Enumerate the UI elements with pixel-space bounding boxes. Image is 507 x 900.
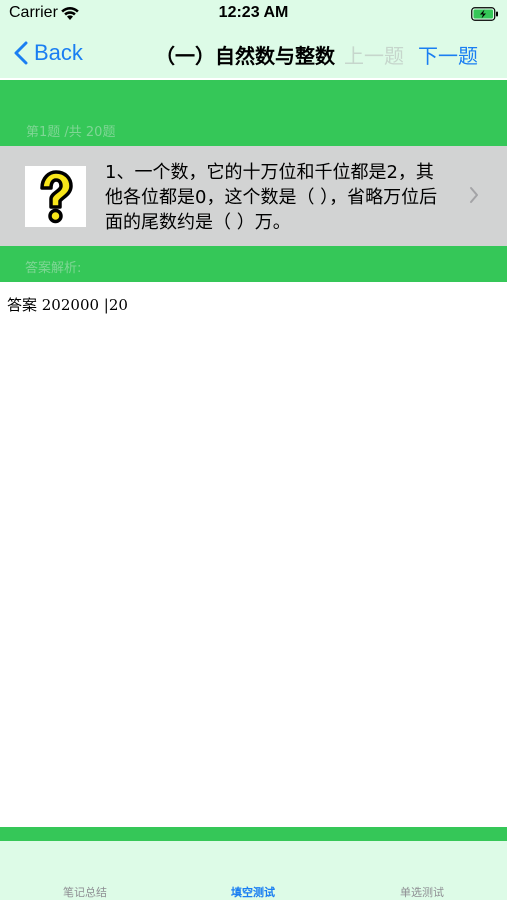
navigation-bar: Back （一）自然数与整数 上一题 下一题 [0,28,507,78]
status-bar: Carrier 12:23 AM [0,0,507,28]
back-button[interactable]: Back [14,38,83,68]
tab-notes[interactable]: 笔记总结 [25,884,145,900]
tab-single-choice[interactable]: 单选测试 [362,884,482,900]
question-counter: 第1题 /共 20题 [26,125,116,140]
answer-text: 答案 202000 |20 [7,296,128,314]
question-mark-icon [25,166,86,227]
back-label: Back [34,40,83,65]
next-question-button[interactable]: 下一题 [418,40,478,69]
previous-question-button[interactable]: 上一题 [344,40,404,69]
page-title: （一）自然数与整数 [155,44,335,68]
battery-charging-icon [471,6,499,25]
status-time: 12:23 AM [218,4,289,21]
tab-bar: 笔记总结 填空测试 单选测试 [0,841,507,900]
bottom-band [0,827,507,841]
tab-fill-blank[interactable]: 填空测试 [193,884,313,900]
question-text: 1、一个数，它的十万位和千位都是2，其他各位都是0，这个数是（ ），省略万位后面… [105,162,438,233]
chevron-left-icon [14,41,28,65]
question-row[interactable]: 1、一个数，它的十万位和千位都是2，其他各位都是0，这个数是（ ），省略万位后面… [0,146,507,246]
answer-label: 答案解析: [25,261,82,276]
chevron-right-icon [470,187,478,203]
